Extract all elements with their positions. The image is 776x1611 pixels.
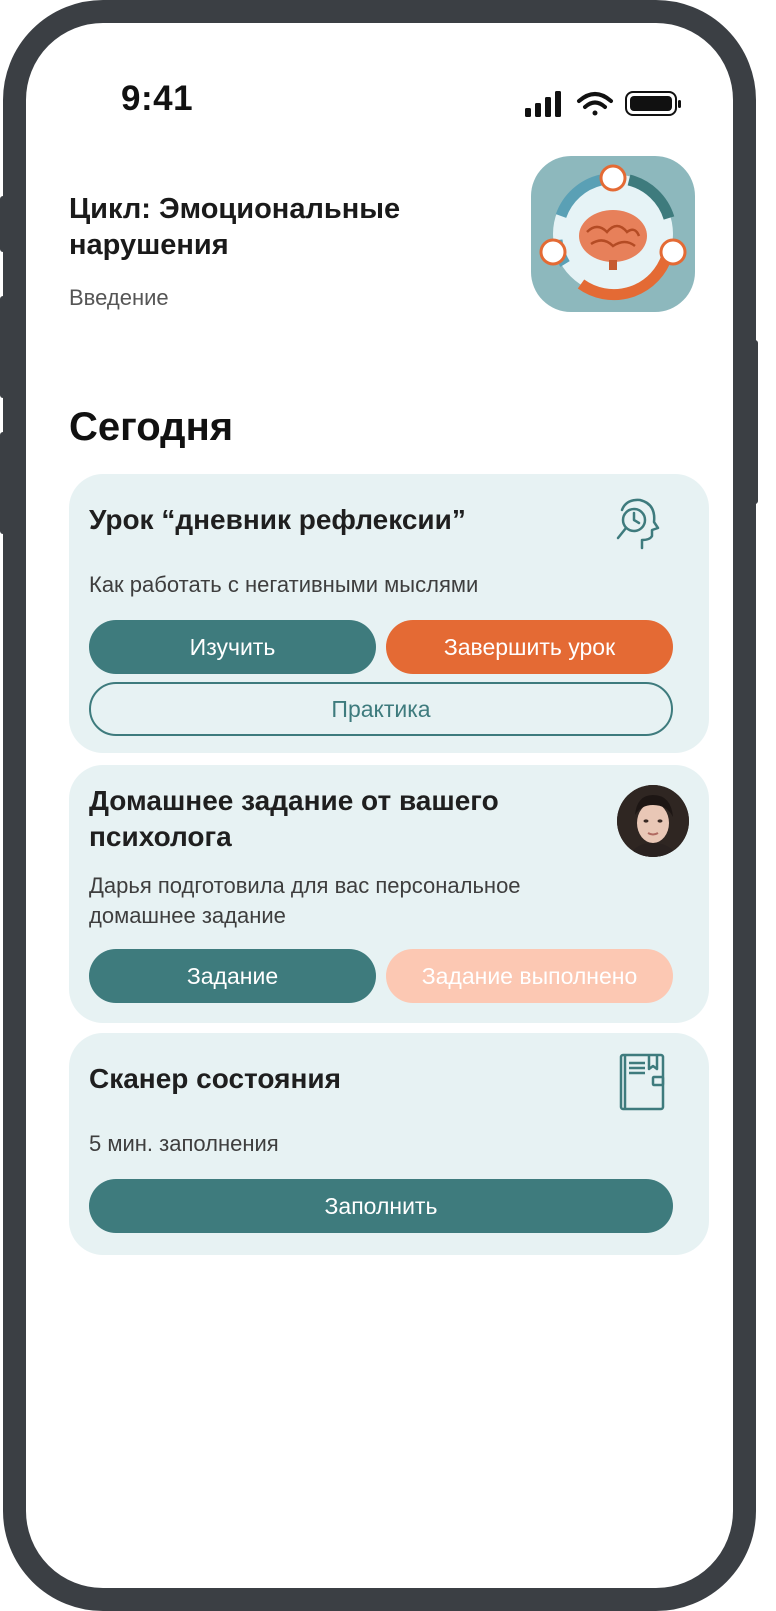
scanner-description: 5 мин. заполнения: [89, 1131, 279, 1156]
status-time: 9:41: [121, 79, 194, 118]
cellular-signal-icon: [525, 91, 561, 117]
task-button[interactable]: Задание: [89, 949, 376, 1003]
notebook-icon: [619, 1053, 665, 1111]
status-icons: [525, 91, 681, 117]
finish-lesson-button[interactable]: Завершить урок: [386, 620, 673, 674]
lesson-description: Как работать с негативными мыслями: [89, 572, 479, 597]
practice-button[interactable]: Практика: [89, 682, 673, 736]
today-title: Сегодня: [69, 405, 234, 449]
scanner-card: Сканер состояния 5 мин. заполнения Запол…: [69, 1033, 709, 1255]
fill-button[interactable]: Заполнить: [89, 1179, 673, 1233]
lesson-card: Урок “дневник рефлексии” Как работать с …: [69, 474, 709, 753]
scanner-title: Сканер состояния: [89, 1063, 341, 1094]
psychologist-avatar: [617, 785, 689, 857]
homework-card: Домашнее задание от вашего психолога Дар…: [69, 765, 709, 1023]
brain-cycle-icon: [531, 156, 695, 312]
homework-description: Дарья подготовила для вас персональное д…: [89, 873, 521, 928]
homework-title: Домашнее задание от вашего психолога: [89, 785, 499, 852]
study-button[interactable]: Изучить: [89, 620, 376, 674]
battery-icon: [625, 91, 681, 116]
phone-screen: 9:41 Цикл: Эмоциональные нарушения Введе…: [3, 0, 756, 1611]
task-done-button[interactable]: Задание выполнено: [386, 949, 673, 1003]
cycle-subtitle: Введение: [69, 285, 169, 310]
wifi-icon: [577, 92, 613, 116]
cycle-title: Цикл: Эмоциональные нарушения: [69, 193, 401, 261]
head-magnifier-icon: [616, 498, 660, 550]
lesson-title: Урок “дневник рефлексии”: [89, 504, 466, 535]
